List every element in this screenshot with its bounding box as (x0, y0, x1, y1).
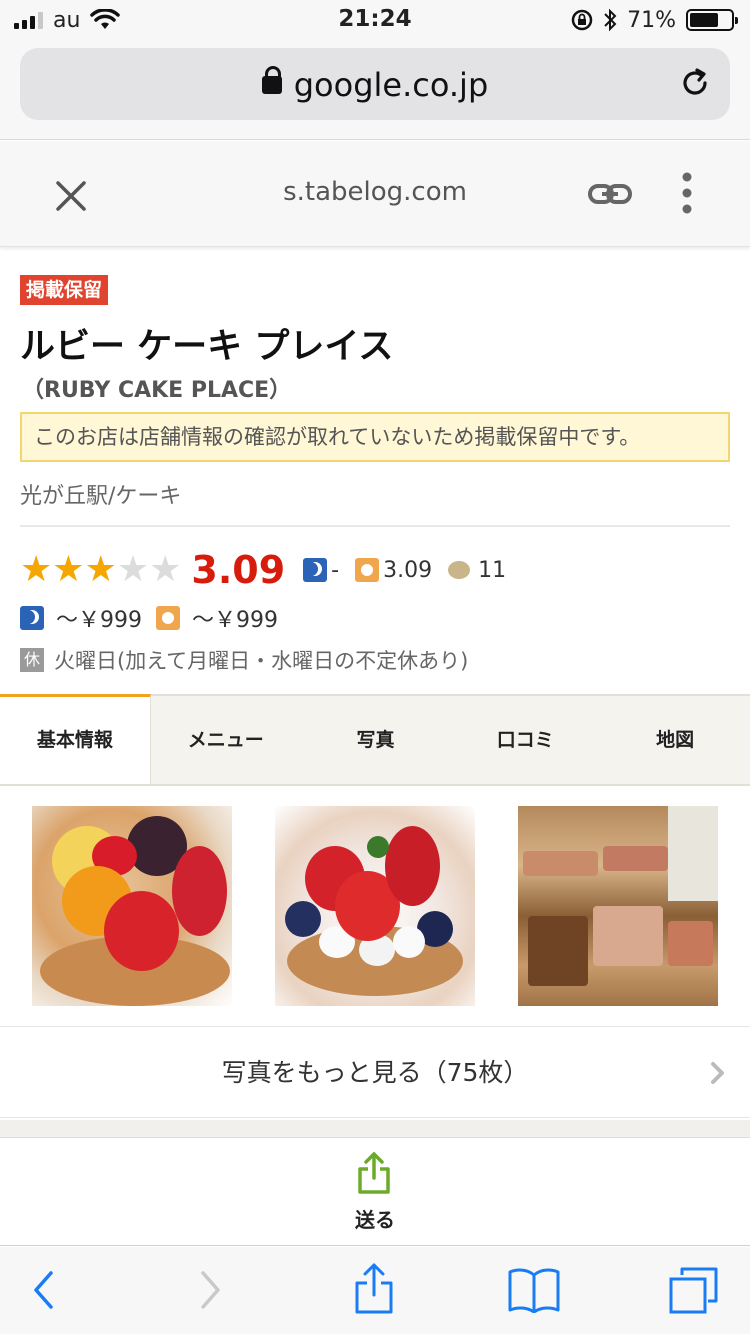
holiday-text: 火曜日(加えて月曜日・水曜日の不定休あり) (54, 649, 469, 673)
dinner-icon (20, 606, 44, 630)
reload-icon[interactable] (678, 66, 712, 100)
divider (20, 525, 730, 527)
lunch-price: ～￥999 (192, 608, 278, 633)
star-empty-icon: ★ (116, 549, 150, 590)
chevron-right-icon (711, 1062, 724, 1084)
share-send-icon (358, 1152, 390, 1194)
dinner-icon (303, 558, 328, 582)
tab-menu[interactable]: メニュー (151, 696, 301, 784)
photo-shop-display[interactable] (518, 806, 718, 1006)
address-bar-area: google.co.jp (0, 40, 750, 140)
battery-icon (686, 9, 738, 31)
send-label: 送る (355, 1208, 395, 1232)
page-domain: s.tabelog.com (283, 177, 467, 207)
review-count: 11 (478, 557, 507, 583)
send-action[interactable]: 送る (0, 1138, 750, 1246)
dinner-price: ～￥999 (56, 608, 142, 633)
rating-row[interactable]: ★ ★ ★ ★ ★ 3.09 - 3.09 11 (20, 546, 522, 594)
forward-icon[interactable] (198, 1267, 224, 1313)
star-filled-icon: ★ (20, 549, 53, 590)
star-filled-icon: ★ (84, 549, 117, 590)
photo-strawberry-tart[interactable] (275, 806, 475, 1006)
lunch-icon (156, 606, 180, 630)
more-photos-link[interactable]: 写真をもっと見る（75枚） (0, 1026, 750, 1118)
lock-icon (261, 66, 282, 94)
lunch-icon (355, 558, 380, 582)
bookmarks-icon[interactable] (507, 1265, 561, 1313)
more-photos-label: 写真をもっと見る（75枚） (221, 1058, 529, 1087)
status-bar: au 21:24 71% (0, 0, 750, 40)
address-bar[interactable]: google.co.jp (20, 48, 730, 120)
browser-toolbar (0, 1247, 750, 1334)
lunch-score: 3.09 (383, 557, 433, 583)
tabs-icon[interactable] (668, 1265, 720, 1315)
in-app-browser-header: s.tabelog.com (0, 141, 750, 247)
orientation-lock-icon (571, 9, 593, 31)
status-badge: 掲載保留 (20, 275, 109, 305)
holiday-icon: 休 (20, 648, 44, 672)
tab-basic-info[interactable]: 基本情報 (0, 694, 151, 784)
back-icon[interactable] (30, 1267, 56, 1313)
star-filled-icon: ★ (52, 549, 85, 590)
battery-percent: 71% (627, 7, 676, 33)
shop-area-genre[interactable]: 光が丘駅/ケーキ (20, 478, 181, 510)
shop-tabs: 基本情報 メニュー 写真 口コミ 地図 (0, 694, 750, 786)
photo-fruit-tart[interactable] (32, 806, 232, 1006)
price-row: ～￥999 ～￥999 (20, 602, 292, 634)
dinner-score: - (331, 557, 340, 583)
more-options-icon[interactable] (679, 171, 695, 219)
tab-photos[interactable]: 写真 (301, 696, 451, 784)
shop-name: ルビー ケーキ プレイス (20, 327, 394, 367)
shop-name-english: （RUBY CAKE PLACE） (22, 378, 292, 403)
tab-reviews[interactable]: 口コミ (450, 696, 600, 784)
rating-score: 3.09 (191, 548, 286, 592)
section-spacer (0, 1120, 750, 1138)
review-icon (448, 561, 471, 579)
link-icon[interactable] (588, 179, 632, 209)
bluetooth-icon (604, 8, 617, 32)
star-empty-icon: ★ (149, 549, 182, 590)
tab-map[interactable]: 地図 (600, 696, 750, 784)
url-text: google.co.jp (293, 66, 489, 104)
suspension-notice: このお店は店舗情報の確認が取れていないため掲載保留中です。 (20, 412, 730, 462)
share-icon[interactable] (354, 1261, 394, 1315)
rating-stars: ★ ★ ★ ★ ★ (20, 550, 181, 590)
holiday-row: 休 火曜日(加えて月曜日・水曜日の不定休あり) (20, 645, 468, 675)
